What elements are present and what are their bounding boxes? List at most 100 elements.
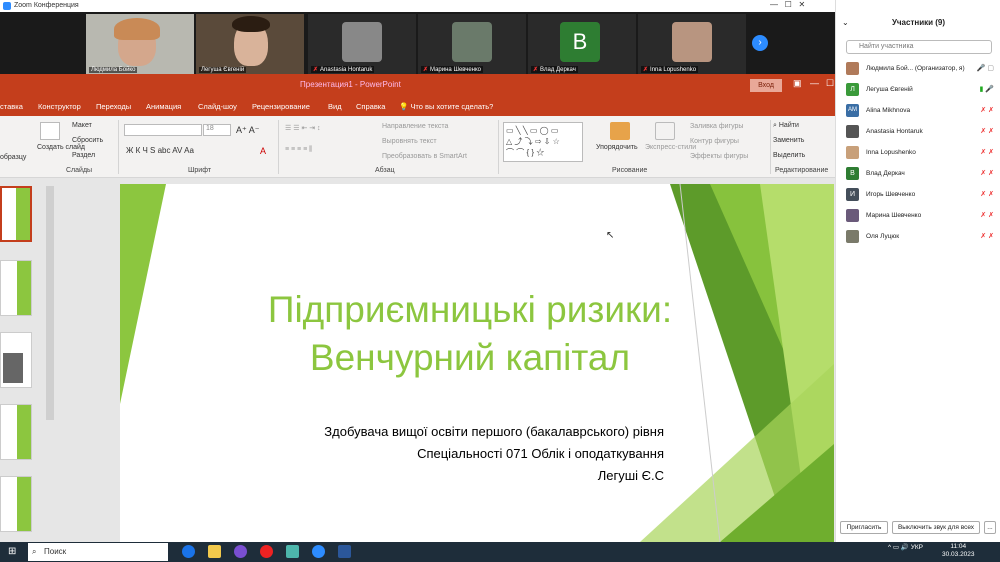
system-tray: ^ ▭ 🔊 УКР — [888, 543, 923, 551]
video-name: ✗ Inna Lopushenko — [641, 66, 699, 73]
shapes-gallery[interactable]: ▭ ╲ ╲ ▭ ◯ ▭ △ ⤴ ⤵ ⇨ ⇩ ☆ ⌒ ⌒ { } ☆ — [503, 122, 583, 162]
tab-transitions[interactable]: Переходы — [96, 102, 131, 111]
mute-all-button[interactable]: Выключить звук для всех — [892, 521, 980, 534]
muted-icon: ✗ ✗ — [980, 170, 994, 177]
tray-icons[interactable]: ^ ▭ 🔊 — [888, 544, 911, 551]
slide-canvas[interactable]: Підприємницькі ризики: Венчурний капітал… — [120, 184, 834, 542]
next-page-icon[interactable]: › — [752, 35, 768, 51]
ribbon-options-icon[interactable]: ▣ — [793, 78, 802, 89]
grow-font-icon[interactable]: A⁺ A⁻ — [236, 125, 260, 136]
word-icon[interactable] — [338, 545, 351, 558]
opera-icon[interactable] — [260, 545, 273, 558]
font-format-buttons[interactable]: Ж К Ч S abc AV Aa — [126, 146, 194, 155]
video-name: ✗ Anastasia Hontaruk — [311, 66, 375, 73]
slide-thumbnail[interactable] — [0, 332, 32, 388]
window-controls[interactable]: — ☐ ✕ — [770, 0, 805, 9]
shape-effects-button[interactable]: Эффекты фигуры — [690, 153, 748, 160]
participant-avatar: B — [560, 22, 600, 62]
layout-button[interactable]: Макет — [72, 122, 92, 129]
quick-styles-icon[interactable] — [655, 122, 675, 140]
font-size-field[interactable]: 18 — [203, 124, 231, 136]
slide-thumbnail[interactable] — [0, 186, 32, 242]
font-name-field[interactable] — [124, 124, 202, 136]
tell-me-search[interactable]: 💡 Что вы хотите сделать? — [399, 102, 493, 111]
tab-insert[interactable]: ставка — [0, 102, 23, 111]
quick-styles-button[interactable]: Экспресс-стили — [645, 144, 696, 151]
signin-button[interactable]: Вход — [750, 79, 782, 92]
slide-thumbnail[interactable] — [0, 260, 32, 316]
new-slide-button[interactable]: Создать слайд — [37, 144, 85, 151]
tab-slideshow[interactable]: Слайд-шоу — [198, 102, 237, 111]
group-paragraph-label: Абзац — [375, 167, 395, 174]
app-icon[interactable] — [286, 545, 299, 558]
video-strip: Людмила Бойко Легуша Євгеній ✗ Anastasia … — [0, 12, 835, 74]
tab-view[interactable]: Вид — [328, 102, 342, 111]
section-button[interactable]: Раздел — [72, 152, 95, 159]
group-font-label: Шрифт — [188, 167, 212, 174]
new-slide-icon[interactable] — [40, 122, 60, 140]
video-tile[interactable]: B ✗ Влад Деркач — [528, 14, 636, 74]
participant-row[interactable]: Оля Луцюк ✗ ✗ — [846, 230, 998, 244]
muted-icon: ✗ ✗ — [980, 128, 994, 135]
shape-outline-button[interactable]: Контур фигуры — [690, 138, 739, 145]
layout-from-button[interactable]: образцу — [0, 154, 26, 161]
select-button[interactable]: Выделить — [773, 152, 805, 159]
participant-row[interactable]: Л Легуша Євгеній ▮ 🎤 — [846, 83, 998, 97]
reset-button[interactable]: Сбросить — [72, 137, 103, 144]
video-tile[interactable]: ✗ Inna Lopushenko — [638, 14, 746, 74]
thumbnail-scrollbar[interactable] — [46, 186, 54, 420]
participant-row[interactable]: Inna Lopushenko ✗ ✗ — [846, 146, 998, 160]
mic-icon: 🎤 ▢ — [976, 65, 994, 72]
file-explorer-icon[interactable] — [208, 545, 221, 558]
tab-help[interactable]: Справка — [356, 102, 385, 111]
align-text-button[interactable]: Выровнять текст — [382, 138, 437, 145]
more-button[interactable]: ... — [984, 521, 996, 534]
text-direction-button[interactable]: Направление текста — [382, 123, 448, 130]
video-name: ✗ Влад Деркач — [531, 66, 578, 73]
participant-row[interactable]: AM Alina Mikhnova ✗ ✗ — [846, 104, 998, 118]
slide-title: Підприємницькі ризики: Венчурний капітал — [267, 289, 673, 378]
windows-start-icon[interactable]: ⊞ — [8, 546, 16, 557]
participants-title: Участники (9) — [891, 18, 946, 27]
participant-search-input[interactable]: Найти участника — [846, 40, 992, 54]
taskbar-search[interactable]: ⌕ Поиск — [28, 543, 168, 561]
muted-mic-icon: ✗ — [313, 67, 319, 73]
avatar — [846, 125, 859, 138]
video-tile[interactable]: ✗ Марина Шевченко — [418, 14, 526, 74]
tab-animation[interactable]: Анимация — [146, 102, 181, 111]
font-color-icon[interactable]: A — [260, 146, 266, 156]
video-tile[interactable]: ✗ Anastasia Hontaruk — [308, 14, 416, 74]
shape-fill-button[interactable]: Заливка фигуры — [690, 123, 743, 130]
smartart-button[interactable]: Преобразовать в SmartArt — [382, 153, 467, 160]
zoom-taskbar-icon[interactable] — [312, 545, 325, 558]
arrange-icon[interactable] — [610, 122, 630, 140]
invite-button[interactable]: Пригласить — [840, 521, 888, 534]
participant-row[interactable]: И Игорь Шевченко ✗ ✗ — [846, 188, 998, 202]
tab-review[interactable]: Рецензирование — [252, 102, 310, 111]
ribbon: образцу Создать слайд Макет Сбросить Раз… — [0, 116, 835, 178]
participant-photo — [672, 22, 712, 62]
participant-row[interactable]: Людмила Бой... (Организатор, я) 🎤 ▢ — [846, 62, 998, 76]
language-indicator[interactable]: УКР — [911, 544, 923, 551]
align-buttons-icon[interactable]: ≡ ≡ ≡ ≡ ⫼ — [285, 146, 312, 154]
maximize-icon[interactable]: ☐ — [826, 78, 834, 89]
participant-row[interactable]: Anastasia Hontaruk ✗ ✗ — [846, 125, 998, 139]
tab-design[interactable]: Конструктор — [38, 102, 81, 111]
viber-icon[interactable] — [234, 545, 247, 558]
participant-row[interactable]: Марина Шевченко ✗ ✗ — [846, 209, 998, 223]
slide-thumbnails — [0, 178, 46, 542]
find-button[interactable]: ⌕ Найти — [773, 122, 799, 130]
arrange-button[interactable]: Упорядочить — [596, 144, 638, 151]
video-tile[interactable]: Людмила Бойко — [86, 14, 194, 74]
slide-author: Легуші Є.С — [597, 468, 664, 483]
participant-row[interactable]: B Влад Деркач ✗ ✗ — [846, 167, 998, 181]
list-buttons-icon[interactable]: ☰ ☰ ⇤ ⇥ ↕ — [285, 124, 321, 132]
replace-button[interactable]: Заменить — [773, 137, 804, 144]
slide-thumbnail[interactable] — [0, 404, 32, 460]
clock[interactable]: 11:04 30.03.2023 — [942, 543, 975, 559]
video-tile[interactable]: Легуша Євгеній — [196, 14, 304, 74]
edge-icon[interactable] — [182, 545, 195, 558]
slide-thumbnail[interactable] — [0, 476, 32, 532]
minimize-icon[interactable]: — — [810, 78, 819, 88]
slide-subtitle-line2: Спеціальності 071 Облік і оподаткування — [417, 446, 664, 461]
